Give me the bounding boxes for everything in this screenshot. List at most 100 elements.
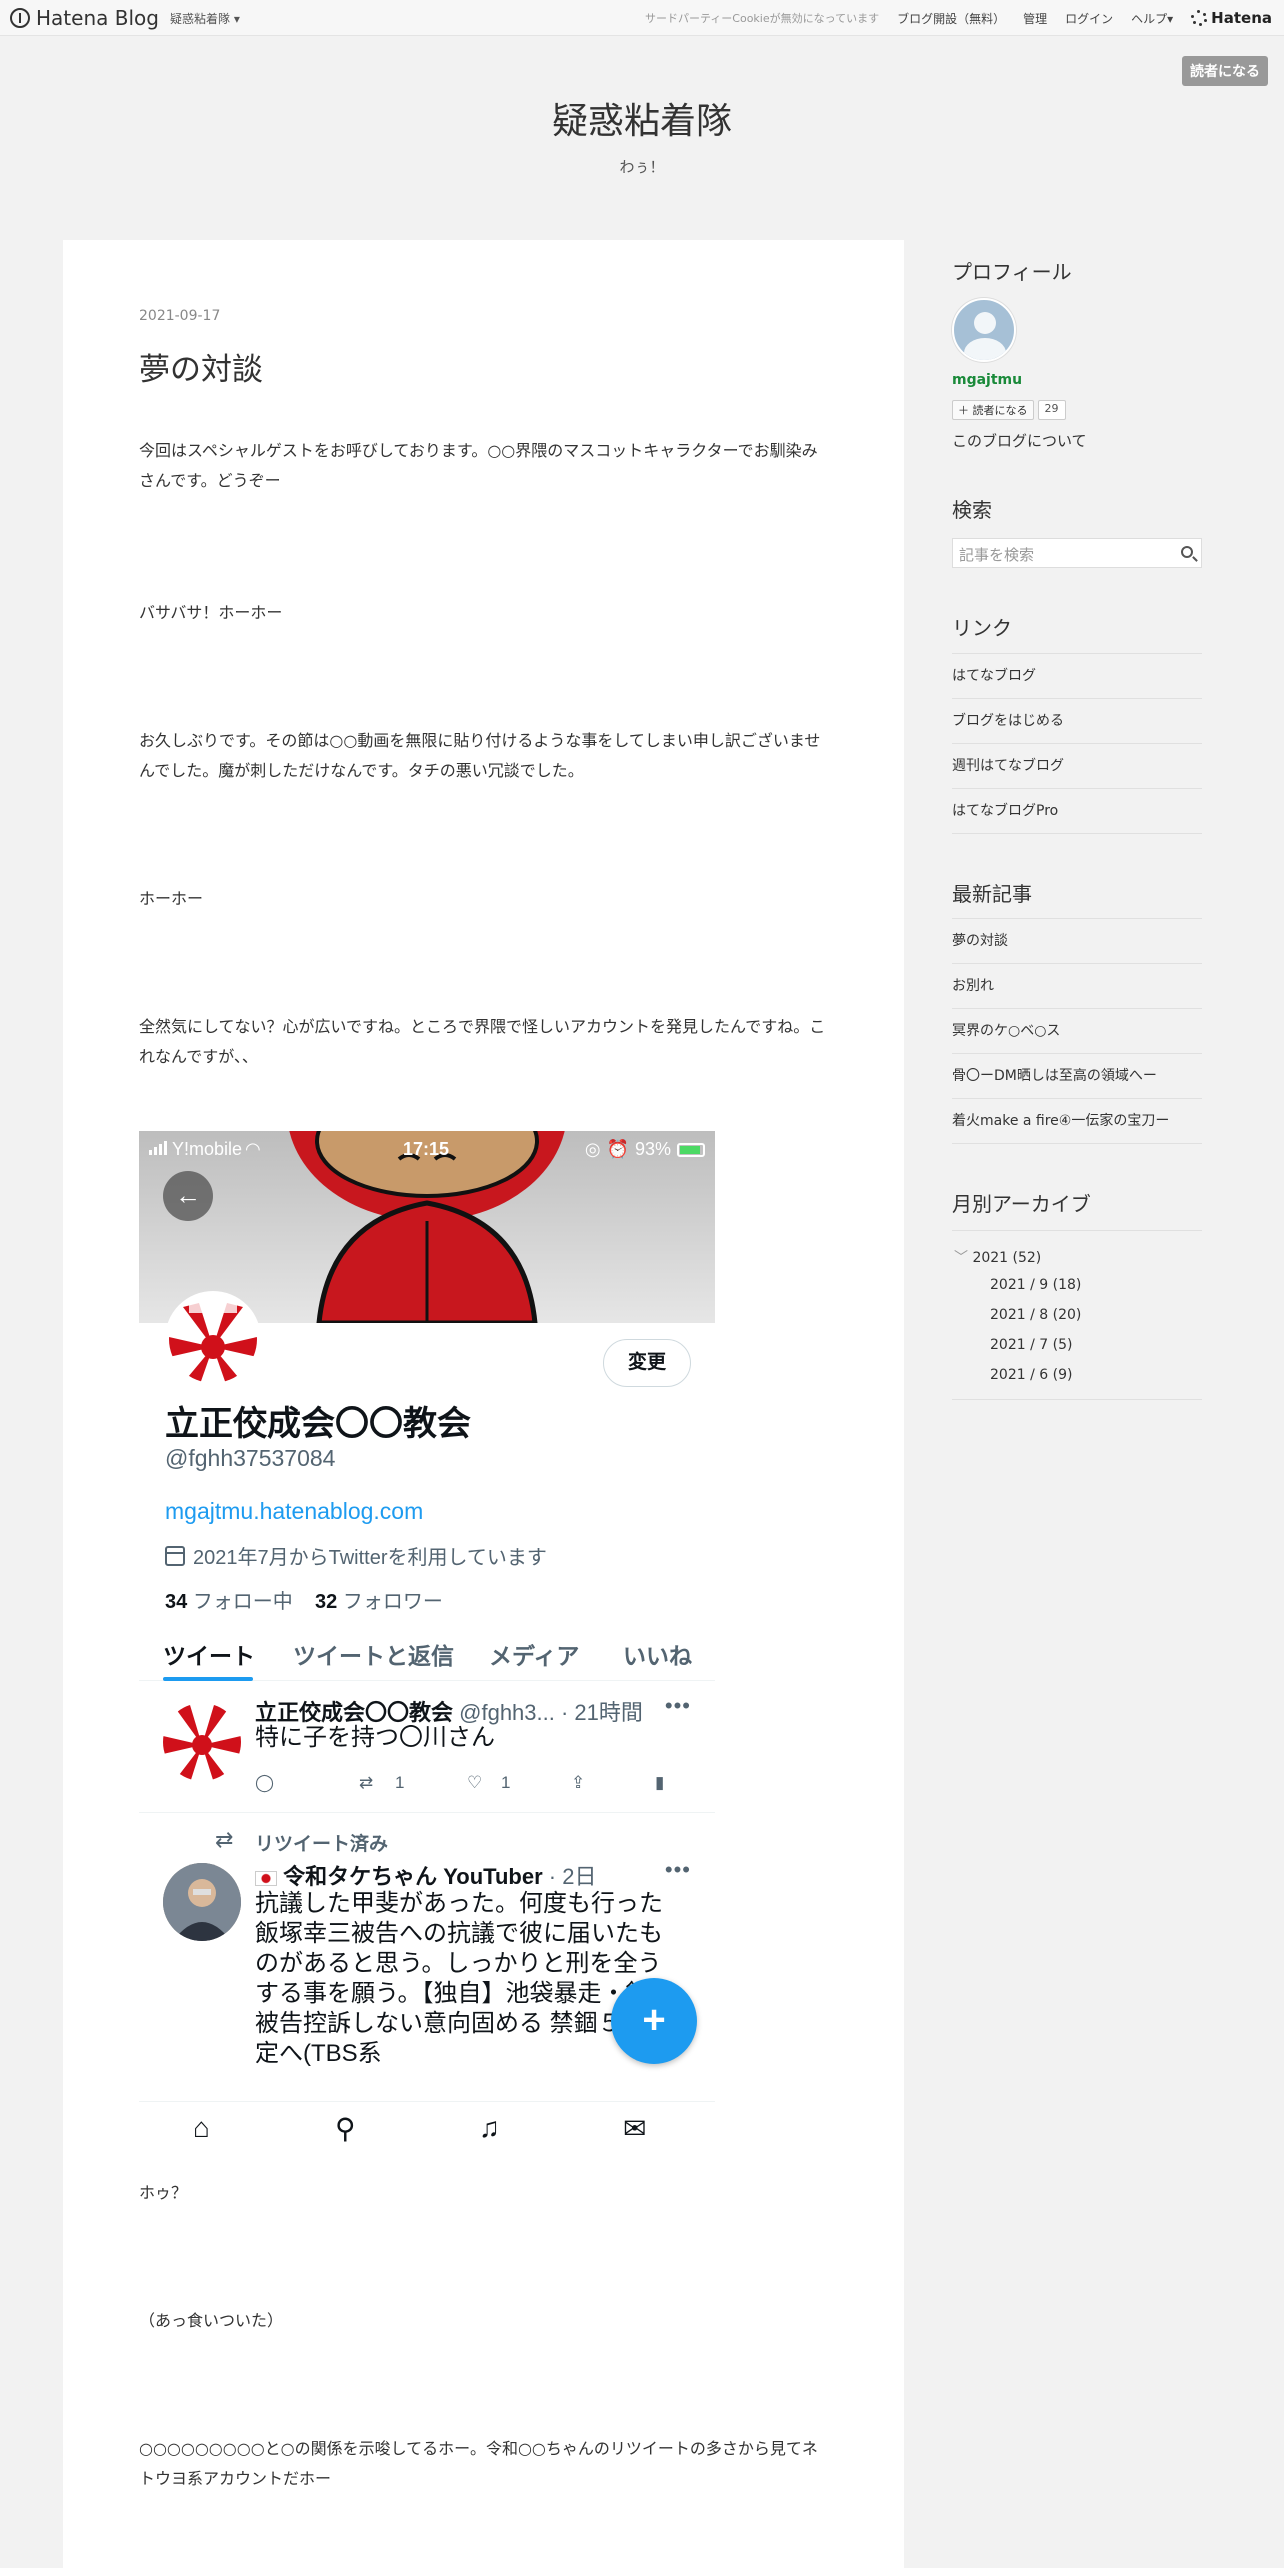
tab-tweets[interactable]: ツイート [163, 1637, 255, 1671]
blog-menu-label: 疑惑粘着隊 [170, 12, 231, 26]
more-icon[interactable]: ••• [665, 1857, 691, 1883]
login-link[interactable]: ログイン [1065, 10, 1113, 27]
blog-menu[interactable]: 疑惑粘着隊 ▾ [170, 10, 240, 27]
profile-url[interactable]: mgajtmu.hatenablog.com [165, 1498, 423, 1525]
manage-link[interactable]: 管理 [1023, 10, 1047, 27]
entry-title[interactable]: 夢の対談 [139, 344, 263, 389]
sidebar-link[interactable]: 週刊はてなブログ [952, 744, 1202, 789]
person-photo-icon [163, 1863, 241, 1941]
sidebar-link[interactable]: ブログをはじめる [952, 699, 1202, 744]
cookie-notice[interactable]: サードパーティーCookieが無効になっています [645, 10, 879, 26]
tab-tweets-and-replies[interactable]: ツイートと返信 [293, 1637, 454, 1671]
calendar-icon [165, 1545, 185, 1566]
back-arrow-icon[interactable]: ← [163, 1171, 213, 1221]
tweet-meta: · 2日 [548, 1864, 597, 1889]
hatena-logo-icon [10, 8, 30, 28]
recent-entry-link[interactable]: 着火make a fire④一伝家の宝刀ー [952, 1099, 1202, 1144]
recent-entry-link[interactable]: 夢の対談 [952, 919, 1202, 964]
help-menu[interactable]: ヘルプ▾ [1131, 10, 1173, 27]
open-blog-link[interactable]: ブログ開設（無料） [897, 10, 1005, 27]
reader-count[interactable]: 29 [1037, 400, 1066, 420]
following-label[interactable]: フォロー中 [193, 1591, 293, 1613]
search-icon[interactable] [1181, 546, 1193, 558]
tweet-author[interactable]: 令和タケちゃん YouTuber [283, 1864, 543, 1889]
wifi-icon: ◠ [245, 1139, 261, 1159]
joined-text: 2021年7月からTwitterを利用しています [193, 1547, 547, 1569]
archive-year[interactable]: ﹀ 2021 (52) [954, 1247, 1041, 1267]
sidebar-link[interactable]: はてなブログPro [952, 789, 1202, 834]
archive-month-link[interactable]: 2021 / 7 (5) [990, 1337, 1072, 1353]
hatena-menu[interactable]: Hatena [1191, 9, 1272, 27]
hatena-dots-icon [1191, 10, 1208, 26]
archive-heading: 月別アーカイブ [952, 1192, 1091, 1216]
chevron-down-icon: ▾ [233, 12, 240, 26]
rotation-lock-icon: ◎ [584, 1139, 601, 1159]
analytics-icon[interactable]: ▮ [655, 1773, 664, 1793]
archive-month-link[interactable]: 2021 / 6 (9) [990, 1367, 1072, 1383]
profile-handle: @fghh37537084 [165, 1445, 336, 1471]
tweet[interactable]: ⇄ リツイート済み 令和タケちゃん YouTuber · 2日 ••• 抗議した… [139, 1813, 715, 2113]
recent-entry-link[interactable]: 骨〇ーDM晒しは至高の領域へー [952, 1054, 1202, 1099]
profile-tabs: ツイート ツイートと返信 メディア いいね [139, 1621, 715, 1681]
links-heading: リンク [952, 616, 1012, 640]
following-count[interactable]: 34 [165, 1591, 187, 1613]
recent-entry-link[interactable]: お別れ [952, 964, 1202, 1009]
profile-avatar[interactable] [165, 1291, 261, 1387]
notifications-icon[interactable]: ♫ [479, 2112, 500, 2144]
entry-date[interactable]: 2021-09-17 [139, 308, 220, 324]
carrier-name: Y!mobile [172, 1139, 243, 1159]
tweet-author[interactable]: 立正佼成会〇〇教会 [255, 1700, 453, 1725]
messages-icon[interactable]: ✉ [623, 2112, 646, 2145]
retweet-icon: ⇄ [215, 1827, 234, 1852]
sidebar-link[interactable]: はてなブログ [952, 654, 1202, 699]
follow-stats: 34 フォロー中 32 フォロワー [165, 1585, 443, 1614]
entry-paragraph: 今回はスペシャルゲストをお呼びしております。○○界隈のマスコットキャラクターでお… [139, 441, 818, 490]
more-icon[interactable]: ••• [665, 1693, 691, 1719]
battery-icon [677, 1142, 705, 1157]
entry-paragraph: ○○○○○○○○○と○の関係を示唆してるホー。令和○○ちゃんのリツイートの多さか… [139, 2439, 818, 2488]
entry-paragraph: 全然気にしてない？心が広いですね。ところで界隈で怪しいアカウントを発見したんです… [139, 1017, 826, 1066]
followers-count[interactable]: 32 [315, 1591, 337, 1613]
hatena-blog-logo[interactable]: Hatena Blog [10, 6, 159, 30]
alarm-icon: ⏰ [606, 1139, 629, 1159]
archive-month-link[interactable]: 2021 / 9 (18) [990, 1277, 1081, 1293]
search-icon[interactable]: ⚲ [335, 2112, 356, 2145]
about-blog-link[interactable]: このブログについて [952, 430, 1087, 451]
tab-likes[interactable]: いいね [623, 1637, 692, 1671]
followers-label[interactable]: フォロワー [343, 1591, 443, 1613]
profile-joined: 2021年7月からTwitterを利用しています [165, 1541, 547, 1570]
edit-profile-button[interactable]: 変更 [603, 1339, 691, 1387]
tweet-text: 特に子を持つ〇川さん [255, 1724, 495, 1751]
help-label: ヘルプ [1131, 11, 1168, 26]
blog-title[interactable]: 疑惑粘着隊 [0, 92, 1284, 144]
hatena-blog-logo-text: Hatena Blog [36, 6, 159, 30]
global-header: Hatena Blog 疑惑粘着隊 ▾ サードパーティーCookieが無効になっ… [0, 0, 1284, 36]
tweet-header: 令和タケちゃん YouTuber · 2日 [255, 1859, 596, 1891]
search-input[interactable]: 記事を検索 [952, 538, 1202, 568]
battery-percent: 93% [634, 1139, 671, 1159]
share-icon[interactable]: ⇪ [571, 1773, 585, 1793]
tab-media[interactable]: メディア [489, 1637, 579, 1671]
entry-paragraph: ホーホー [139, 889, 204, 908]
search-placeholder: 記事を検索 [959, 546, 1035, 564]
like-icon[interactable]: ♡ [467, 1773, 482, 1793]
profile-avatar-icon[interactable] [952, 298, 1016, 362]
tweet[interactable]: 立正佼成会〇〇教会 @fghh3... · 21時間 ••• 特に子を持つ〇川さ… [139, 1681, 715, 1813]
entry-paragraph: お久しぶりです。その節は○○動画を無限に貼り付けるような事をしてしまい申し訳ござ… [139, 731, 821, 780]
article: 2021-09-17 夢の対談 今回はスペシャルゲストをお呼びしております。○○… [63, 240, 904, 2568]
retweet-icon[interactable]: ⇄ [359, 1773, 373, 1793]
rising-sun-flag-icon [169, 1295, 257, 1383]
tweet-avatar[interactable] [163, 1863, 241, 1941]
profile-name-link[interactable]: mgajtmu [952, 372, 1022, 388]
tweet-avatar[interactable] [163, 1703, 241, 1781]
compose-tweet-icon[interactable]: + [611, 1978, 697, 2064]
rising-sun-flag-icon [163, 1703, 241, 1781]
links-list: はてなブログ ブログをはじめる 週刊はてなブログ はてなブログPro [952, 653, 1202, 834]
subscribe-small-button[interactable]: ＋ 読者になる [952, 400, 1034, 420]
carrier-info: Y!mobile ◠ [149, 1139, 261, 1160]
archive-month-link[interactable]: 2021 / 8 (20) [990, 1307, 1081, 1323]
home-icon[interactable]: ⌂ [193, 2112, 210, 2144]
recent-entry-link[interactable]: 冥界のケ○ベ○ス [952, 1009, 1202, 1054]
reply-icon[interactable]: ◯ [255, 1773, 274, 1793]
subscribe-button[interactable]: 読者になる [1182, 56, 1268, 86]
